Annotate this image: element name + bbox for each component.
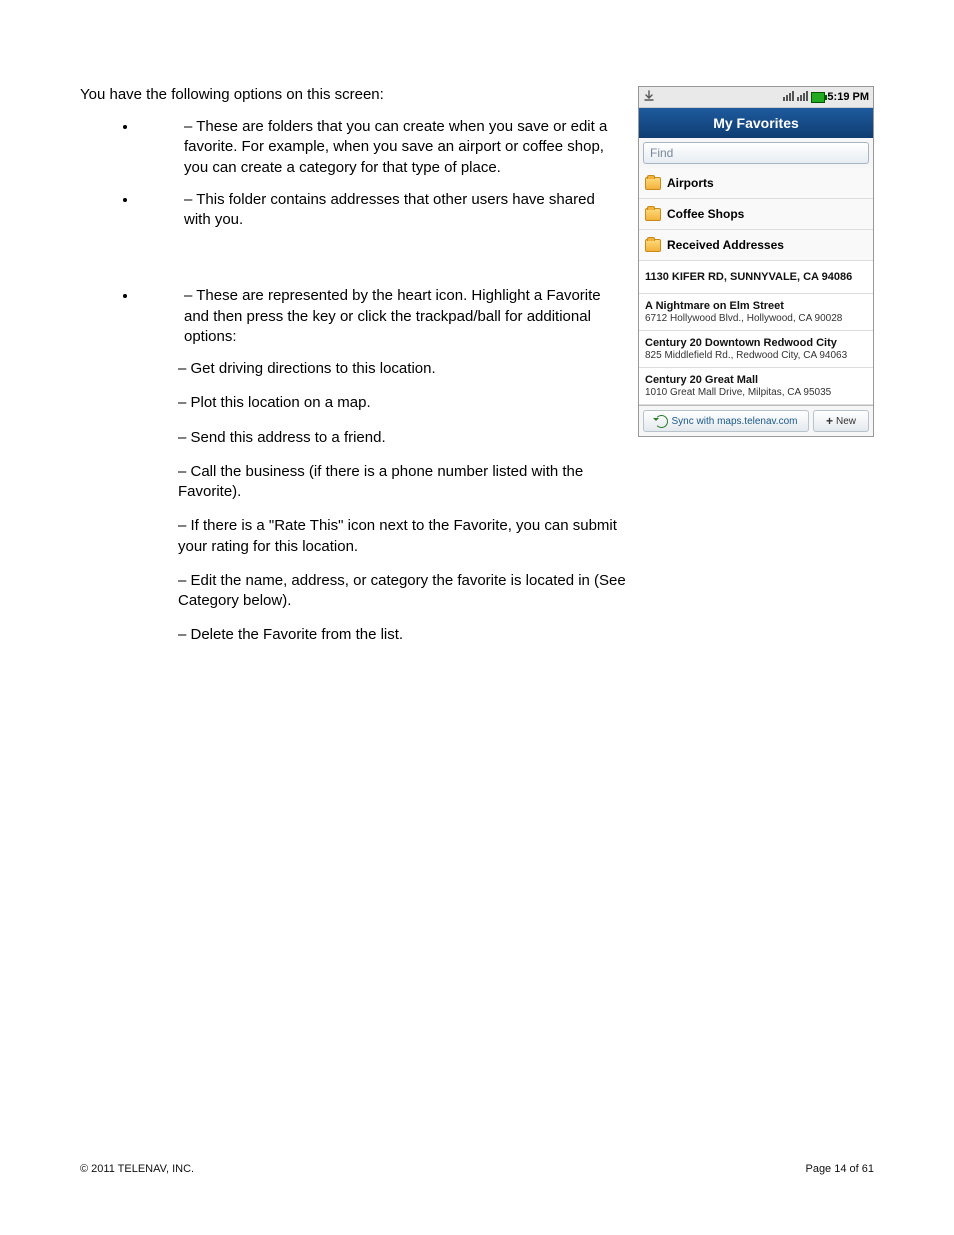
device-screenshot: 5:19 PM My Favorites Find Airports Coffe… (638, 86, 874, 437)
plus-icon: + (826, 414, 833, 428)
favorite-title: Century 20 Downtown Redwood City (645, 337, 867, 349)
sub-delete: – Delete the Favorite from the list. (178, 625, 638, 645)
network-icon (783, 91, 795, 104)
folder-icon (645, 208, 661, 221)
clock-text: 5:19 PM (827, 91, 869, 103)
folder-received-addresses[interactable]: Received Addresses (639, 230, 873, 261)
screen-title: My Favorites (639, 108, 873, 138)
favorite-title: Century 20 Great Mall (645, 374, 867, 386)
new-button[interactable]: + New (813, 410, 869, 432)
folder-icon (645, 177, 661, 190)
download-icon (643, 90, 655, 105)
status-bar: 5:19 PM (639, 87, 873, 108)
refresh-icon (655, 415, 668, 428)
signal-icon (797, 91, 809, 104)
copyright-text: © 2011 TELENAV, INC. (80, 1163, 194, 1175)
favorite-row[interactable]: A Nightmare on Elm Street 6712 Hollywood… (639, 294, 873, 331)
folder-label: Received Addresses (667, 238, 784, 252)
page-number: Page 14 of 61 (805, 1163, 874, 1175)
folder-coffee-shops[interactable]: Coffee Shops (639, 199, 873, 230)
option-categories: – These are folders that you can create … (138, 117, 618, 178)
sub-map: – Plot this location on a map. (178, 393, 638, 413)
sync-label: Sync with maps.telenav.com (672, 416, 798, 427)
favorite-row[interactable]: 1130 KIFER RD, SUNNYVALE, CA 94086 (639, 261, 873, 294)
battery-icon (811, 92, 825, 103)
sync-button[interactable]: Sync with maps.telenav.com (643, 410, 809, 432)
folder-label: Airports (667, 176, 714, 190)
sub-edit: – Edit the name, address, or category th… (178, 571, 638, 612)
folder-icon (645, 239, 661, 252)
favorite-title: 1130 KIFER RD, SUNNYVALE, CA 94086 (645, 267, 867, 287)
favorite-row[interactable]: Century 20 Downtown Redwood City 825 Mid… (639, 331, 873, 368)
favorite-subtitle: 1010 Great Mall Drive, Milpitas, CA 9503… (645, 387, 867, 398)
sub-rate: – If there is a "Rate This" icon next to… (178, 516, 638, 557)
favorite-row[interactable]: Century 20 Great Mall 1010 Great Mall Dr… (639, 368, 873, 405)
sub-call: – Call the business (if there is a phone… (178, 462, 638, 503)
option-favorites: – These are represented by the heart ico… (138, 286, 618, 347)
find-input[interactable]: Find (643, 142, 869, 164)
option-received: – This folder contains addresses that ot… (138, 190, 618, 231)
folder-label: Coffee Shops (667, 207, 744, 221)
page-footer: © 2011 TELENAV, INC. Page 14 of 61 (80, 1163, 874, 1175)
sub-drive: – Get driving directions to this locatio… (178, 359, 638, 379)
document-page: You have the following options on this s… (0, 0, 954, 1235)
new-label: New (836, 416, 856, 427)
device-footer: Sync with maps.telenav.com + New (639, 405, 873, 436)
sub-share: – Send this address to a friend. (178, 428, 638, 448)
folder-airports[interactable]: Airports (639, 168, 873, 199)
favorite-subtitle: 825 Middlefield Rd., Redwood City, CA 94… (645, 350, 867, 361)
favorite-title: A Nightmare on Elm Street (645, 300, 867, 312)
favorite-subtitle: 6712 Hollywood Blvd., Hollywood, CA 9002… (645, 313, 867, 324)
options-list: – These are folders that you can create … (138, 117, 618, 347)
